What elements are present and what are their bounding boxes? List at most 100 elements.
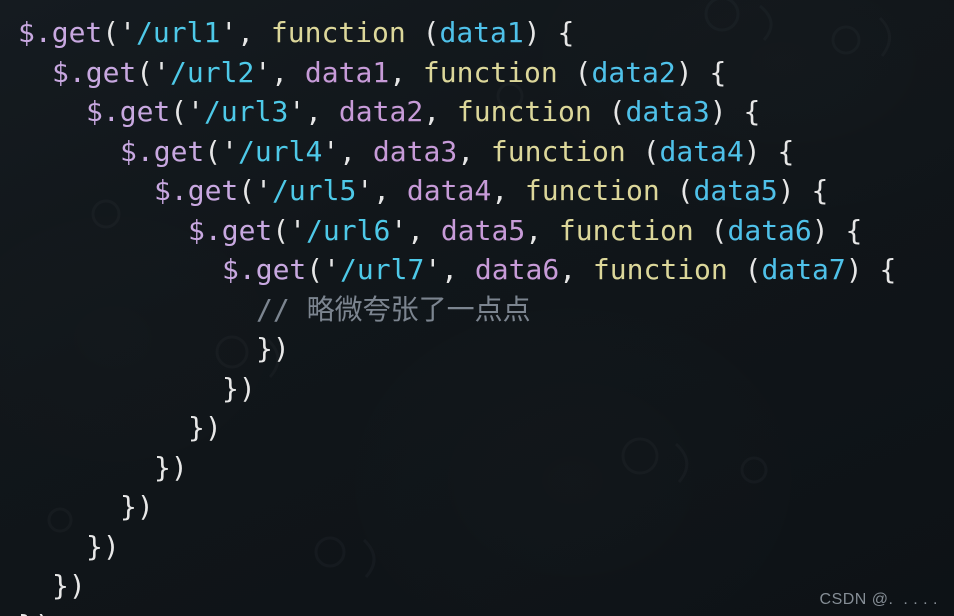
code-line[interactable]: }) (0, 329, 954, 369)
token-comma: , (407, 213, 441, 247)
token-parameter: data2 (591, 55, 676, 89)
token-open-brace: { (540, 16, 575, 49)
token-quote-close: ' (254, 55, 272, 89)
code-line[interactable]: }) (0, 408, 954, 448)
token-open-paren: ( (102, 16, 120, 49)
token-keyword-function: function (422, 55, 558, 89)
token-closing-brace-paren: }) (52, 569, 86, 602)
token-closing-brace-paren: }) (154, 450, 188, 484)
token-comma: , (373, 174, 407, 207)
token-keyword-function: function (558, 213, 694, 247)
token-comma: , (305, 95, 339, 128)
token-comma: , (271, 55, 305, 89)
token-open-paren: ( (204, 134, 222, 168)
token-quote-open: ' (153, 55, 171, 89)
token-param-open-paren: ( (422, 16, 440, 49)
code-line[interactable]: // 略微夸张了一点点 (0, 290, 954, 330)
token-closing-brace-paren: }) (256, 332, 290, 365)
token-url-string: /url5 (272, 174, 357, 207)
token-function-call: $.get (222, 253, 307, 286)
token-quote-open: ' (221, 134, 239, 168)
token-param-open-paren: ( (642, 134, 660, 168)
token-argument: data2 (338, 95, 424, 128)
token-comma: , (525, 213, 559, 247)
token-param-close-paren: ) (845, 253, 863, 286)
token-param-open-paren: ( (710, 213, 728, 247)
token-quote-open: ' (187, 95, 205, 128)
token-quote-close: ' (356, 174, 374, 207)
token-param-close-paren: ) (811, 213, 829, 247)
token-function-call: $.get (120, 134, 205, 168)
token-open-paren: ( (306, 253, 324, 286)
token-open-brace: { (862, 253, 897, 286)
token-closing-brace-paren: }) (18, 609, 52, 616)
token-parameter: data6 (727, 213, 812, 247)
code-line[interactable]: $.get('/url5', data4, function (data5) { (0, 171, 954, 211)
token-comma: , (441, 253, 475, 286)
token-keyword-function: function (592, 253, 728, 286)
token-comma: , (237, 16, 271, 49)
code-line[interactable]: }) (0, 606, 954, 616)
token-closing-brace-paren: }) (222, 371, 256, 405)
token-argument: data3 (372, 134, 458, 168)
token-param-close-paren: ) (709, 95, 727, 128)
token-param-open-paren: ( (676, 174, 694, 207)
code-line[interactable]: $.get('/url2', data1, function (data2) { (0, 53, 954, 93)
token-function-call: $.get (52, 55, 137, 89)
token-url-string: /url4 (238, 134, 323, 168)
csdn-watermark: CSDN @. . . . . (819, 591, 938, 608)
token-parameter: data1 (439, 16, 524, 49)
code-block[interactable]: $.get('/url1', function (data1) {$.get('… (0, 0, 954, 616)
token-comma: , (559, 253, 593, 286)
token-open-brace: { (794, 174, 829, 207)
token-url-string: /url2 (170, 55, 255, 89)
token-param-close-paren: ) (743, 134, 761, 168)
token-param-close-paren: ) (675, 55, 693, 89)
code-line[interactable]: }) (0, 448, 954, 488)
code-line[interactable]: $.get('/url4', data3, function (data4) { (0, 132, 954, 172)
token-quote-close: ' (390, 213, 408, 247)
token-quote-close: ' (424, 253, 442, 286)
code-line[interactable]: $.get('/url3', data2, function (data3) { (0, 92, 954, 132)
code-line[interactable]: $.get('/url6', data5, function (data6) { (0, 211, 954, 251)
token-keyword-function: function (456, 95, 592, 128)
code-line[interactable]: $.get('/url1', function (data1) { (0, 13, 954, 53)
code-line[interactable]: }) (0, 369, 954, 409)
code-line[interactable]: }) (0, 527, 954, 567)
code-line[interactable]: $.get('/url7', data6, function (data7) { (0, 250, 954, 290)
token-parameter: data7 (761, 253, 846, 286)
token-parameter: data5 (693, 174, 778, 207)
token-keyword-function: function (270, 16, 406, 49)
code-editor-canvas: $.get('/url1', function (data1) {$.get('… (0, 0, 954, 616)
token-open-brace: { (692, 55, 727, 89)
token-function-call: $.get (18, 16, 103, 49)
token-comma: , (389, 55, 423, 89)
token-comma: , (457, 134, 491, 168)
token-open-paren: ( (238, 174, 256, 207)
token-comma: , (491, 174, 525, 207)
token-quote-open: ' (289, 213, 307, 247)
token-url-string: /url3 (204, 95, 289, 128)
code-line[interactable]: }) (0, 487, 954, 527)
token-function-call: $.get (154, 174, 239, 207)
token-function-call: $.get (188, 213, 273, 247)
token-keyword-function: function (524, 174, 660, 207)
token-param-close-paren: ) (523, 16, 541, 49)
token-quote-open: ' (255, 174, 273, 207)
token-closing-brace-paren: }) (86, 529, 120, 563)
token-url-string: /url6 (306, 213, 391, 247)
token-closing-brace-paren: }) (188, 411, 222, 444)
token-quote-open: ' (323, 253, 341, 286)
token-open-paren: ( (272, 213, 290, 247)
code-line[interactable]: }) (0, 566, 954, 606)
token-function-call: $.get (86, 95, 171, 128)
token-quote-open: ' (119, 16, 137, 49)
token-argument: data1 (304, 55, 390, 89)
token-param-close-paren: ) (777, 174, 795, 207)
token-open-brace: { (828, 213, 863, 247)
token-comment: // 略微夸张了一点点 (256, 292, 531, 326)
